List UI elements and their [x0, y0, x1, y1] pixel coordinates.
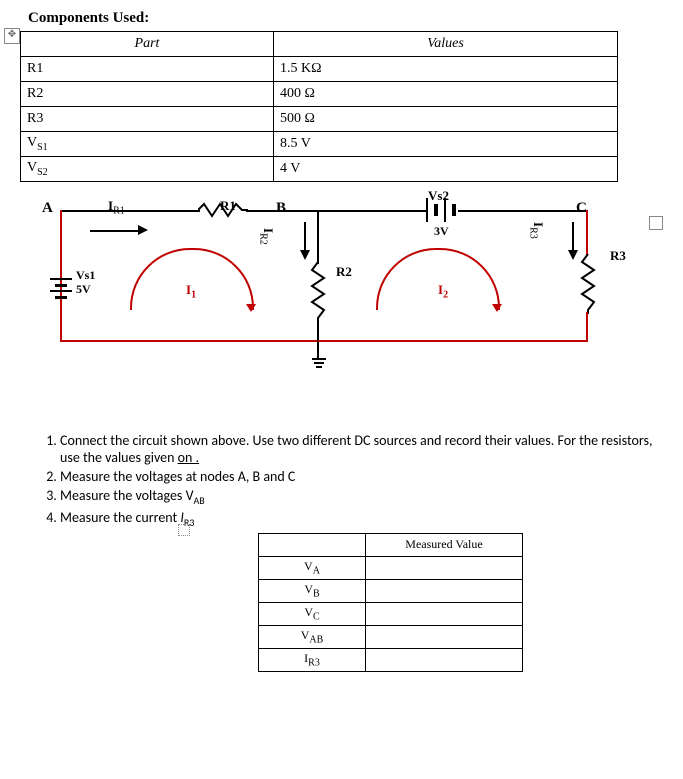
row-label: VC — [259, 602, 366, 625]
loop-i2-arrow-icon — [492, 304, 502, 312]
loop-i1-arrow-icon — [246, 304, 256, 312]
b-arrow-icon — [300, 250, 310, 260]
components-table: Part Values R1 1.5 KΩ R2 400 Ω R3 500 Ω … — [20, 31, 618, 182]
wire-bottom-right — [318, 340, 588, 342]
table-row: VS1 8.5 V — [21, 132, 618, 157]
row-label: IR3 — [259, 648, 366, 671]
cell-part: R2 — [21, 82, 274, 107]
wire-bottom-left — [60, 340, 318, 342]
instructions-list: Connect the circuit shown above. Use two… — [40, 432, 663, 529]
header-values: Values — [274, 32, 618, 57]
wire-top-left — [60, 210, 200, 212]
cell-value: 4 V — [274, 157, 618, 182]
node-b-label: B — [276, 200, 286, 217]
row-value[interactable] — [366, 556, 523, 579]
cell-part: R1 — [21, 57, 274, 82]
wire-top-right2 — [458, 210, 588, 212]
wire-top-right1 — [306, 210, 426, 212]
link-on[interactable]: on . — [178, 449, 199, 466]
instruction-item: Measure the voltages VAB — [60, 487, 663, 507]
header-part: Part — [21, 32, 274, 57]
wire-right-upper — [586, 210, 588, 256]
selection-handle-icon — [649, 216, 663, 230]
row-label: VA — [259, 556, 366, 579]
instruction-item: Measure the current IR3 — [60, 509, 663, 529]
row-value[interactable] — [366, 579, 523, 602]
r2-label: R2 — [336, 264, 352, 280]
table-row: IR3 — [259, 648, 523, 671]
c-arrow-icon — [568, 250, 578, 260]
cell-part: VS1 — [21, 132, 274, 157]
loop-i2-icon — [376, 248, 500, 310]
row-value[interactable] — [366, 648, 523, 671]
table-row: VB — [259, 579, 523, 602]
cell-value: 500 Ω — [274, 107, 618, 132]
cell-value: 1.5 KΩ — [274, 57, 618, 82]
b-arrow-line — [304, 222, 306, 252]
cell-value: 8.5 V — [274, 132, 618, 157]
table-header-row: Part Values — [21, 32, 618, 57]
row-value[interactable] — [366, 602, 523, 625]
circuit-diagram: A B C IR1 R1 IR2 Vs2 3V IR3 R3 Vs1 5V — [30, 192, 650, 372]
wire-b-upper — [317, 210, 319, 264]
row-label: VAB — [259, 625, 366, 648]
move-anchor-icon: ✥ — [4, 28, 20, 44]
ir3-label: IR3 — [527, 222, 546, 239]
wire-top-mid — [246, 210, 306, 212]
instruction-item: Measure the voltages at nodes A, B and C — [60, 468, 663, 485]
table-row: R2 400 Ω — [21, 82, 618, 107]
ir1-arrow-line — [90, 230, 140, 232]
instruction-item: Connect the circuit shown above. Use two… — [60, 432, 663, 466]
node-a-label: A — [42, 200, 53, 217]
i2-label: I2 — [438, 282, 448, 301]
table-row: VAB — [259, 625, 523, 648]
ir1-arrow-icon — [138, 225, 148, 235]
r1-resistor-icon — [198, 202, 248, 218]
ground-icon — [312, 358, 326, 372]
wire-right-lower — [586, 312, 588, 342]
c-arrow-line — [572, 222, 574, 252]
wire-left-vert — [60, 210, 62, 340]
ir1-label: IR1 — [108, 198, 125, 217]
empty-header — [259, 533, 366, 556]
table-row: R3 500 Ω — [21, 107, 618, 132]
r2-resistor-icon — [310, 262, 326, 322]
table-row: VC — [259, 602, 523, 625]
table-header-row: Measured Value — [259, 533, 523, 556]
measured-header: Measured Value — [366, 533, 523, 556]
text-cursor-icon — [178, 524, 190, 536]
table-row: VA — [259, 556, 523, 579]
table-row: VS2 4 V — [21, 157, 618, 182]
row-value[interactable] — [366, 625, 523, 648]
cell-part: R3 — [21, 107, 274, 132]
section-title: Components Used: — [28, 10, 663, 27]
i1-label: I1 — [186, 282, 196, 301]
vs2-value-label: 3V — [434, 224, 449, 239]
r3-resistor-icon — [580, 254, 596, 314]
ir2-label: IR2 — [257, 228, 276, 245]
table-row: R1 1.5 KΩ — [21, 57, 618, 82]
cell-part: VS2 — [21, 157, 274, 182]
measured-table: Measured Value VA VB VC VAB IR3 — [258, 533, 523, 672]
vs1-label: Vs1 — [76, 268, 95, 283]
vs1-value-label: 5V — [76, 282, 91, 297]
loop-i1-icon — [130, 248, 254, 310]
row-label: VB — [259, 579, 366, 602]
cell-value: 400 Ω — [274, 82, 618, 107]
r3-label: R3 — [610, 248, 626, 264]
